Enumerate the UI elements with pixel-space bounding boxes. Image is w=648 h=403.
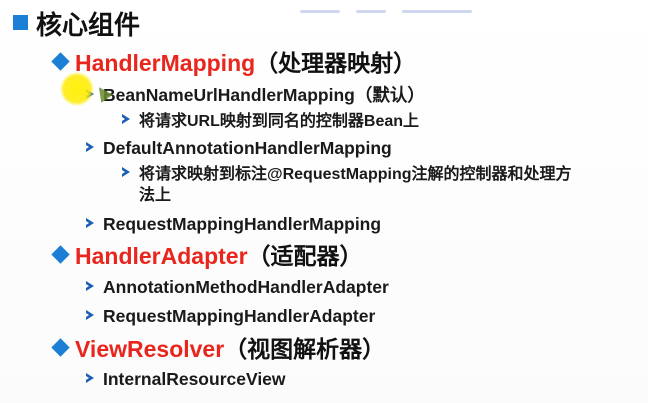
component-name: HandlerAdapter <box>75 243 248 269</box>
list-item-text: BeanNameUrlHandlerMapping（默认） <box>103 85 425 105</box>
list-item: AnnotationMethodHandlerAdapter <box>86 277 389 297</box>
sub-list-item: 将请求映射到标注@RequestMapping注解的控制器和处理方 <box>122 167 572 183</box>
arrow-bullet-icon <box>86 142 94 152</box>
diamond-bullet-icon <box>51 338 70 357</box>
heading-text: 核心组件 <box>36 10 141 40</box>
slide: 核心组件 HandlerMapping（处理器映射） BeanNameUrlHa… <box>0 0 648 403</box>
arrow-bullet-icon <box>86 310 94 320</box>
component-handler-adapter: HandlerAdapter（适配器） <box>50 245 363 268</box>
list-item-text: AnnotationMethodHandlerAdapter <box>103 277 389 297</box>
heading: 核心组件 <box>13 12 140 38</box>
arrow-bullet-icon <box>86 373 94 383</box>
component-cn-label: （处理器映射） <box>255 50 417 76</box>
list-item: RequestMappingHandlerAdapter <box>86 306 376 326</box>
arrow-bullet-icon <box>86 281 94 291</box>
arrow-bullet-icon <box>86 218 94 228</box>
component-name: ViewResolver <box>75 336 225 362</box>
diamond-bullet-icon <box>51 52 70 71</box>
sub-list-item-text: 将请求URL映射到同名的控制器Bean上 <box>139 113 420 130</box>
arrow-bullet-icon <box>122 114 130 124</box>
arrow-bullet-icon <box>122 167 130 177</box>
cut-off-previous-line <box>300 0 560 13</box>
list-item-text: InternalResourceView <box>103 369 286 389</box>
component-name: HandlerMapping <box>75 50 256 76</box>
diamond-bullet-icon <box>51 245 70 264</box>
component-cn-label: （视图解析器） <box>224 336 386 362</box>
list-item: DefaultAnnotationHandlerMapping <box>86 138 392 158</box>
square-bullet-icon <box>13 15 28 30</box>
list-item-text: RequestMappingHandlerAdapter <box>103 306 376 326</box>
cursor-highlight <box>60 72 94 106</box>
list-item: RequestMappingHandlerMapping <box>86 214 382 234</box>
sub-list-item-text: 将请求映射到标注@RequestMapping注解的控制器和处理方 <box>139 166 572 183</box>
component-view-resolver: ViewResolver（视图解析器） <box>50 338 385 361</box>
component-handler-mapping: HandlerMapping（处理器映射） <box>50 52 416 75</box>
sub-list-item-text: 法上 <box>139 187 172 204</box>
sub-list-item: 将请求URL映射到同名的控制器Bean上 <box>122 114 419 130</box>
list-item: InternalResourceView <box>86 369 286 389</box>
sub-list-item-continuation: 法上 <box>139 188 171 204</box>
component-cn-label: （适配器） <box>247 243 363 269</box>
list-item-text: DefaultAnnotationHandlerMapping <box>103 138 392 158</box>
list-item-text: RequestMappingHandlerMapping <box>103 214 382 234</box>
list-item: BeanNameUrlHandlerMapping（默认） <box>86 85 425 105</box>
